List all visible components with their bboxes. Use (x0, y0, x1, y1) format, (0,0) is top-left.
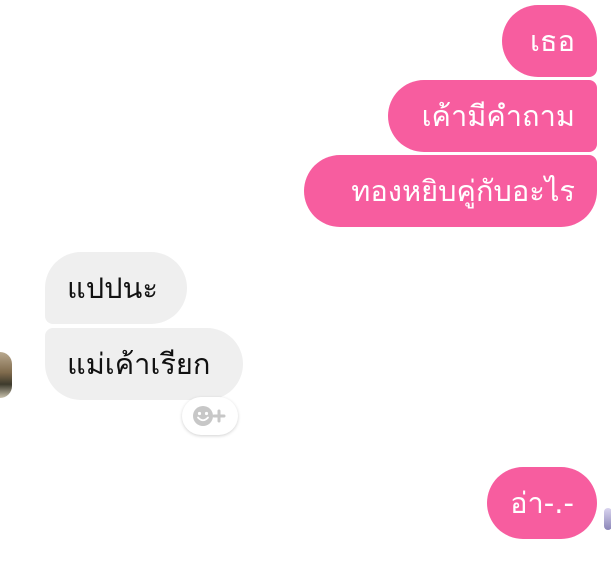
message-outgoing[interactable]: อ่า-.- (487, 467, 597, 539)
message-text: เธอ (529, 24, 575, 58)
message-outgoing[interactable]: ทองหยิบคู่กับอะไร (304, 155, 597, 227)
message-text: แปปนะ (67, 271, 158, 305)
message-text: แม่เค้าเรียก (67, 347, 211, 381)
message-incoming[interactable]: แม่เค้าเรียก (45, 328, 243, 400)
message-incoming[interactable]: แปปนะ (45, 252, 187, 324)
message-outgoing[interactable]: เค้ามีคำถาม (388, 80, 597, 152)
smiley-plus-icon (193, 406, 226, 426)
message-text: เค้ามีคำถาม (421, 99, 575, 133)
message-text: อ่า-.- (510, 486, 574, 520)
add-reaction-button[interactable] (182, 397, 238, 435)
contact-avatar[interactable] (0, 352, 12, 398)
message-outgoing[interactable]: เธอ (502, 5, 597, 77)
seen-avatar-icon (604, 508, 611, 530)
message-text: ทองหยิบคู่กับอะไร (351, 174, 575, 208)
chat-thread: เธอ เค้ามีคำถาม ทองหยิบคู่กับอะไร แปปนะ … (0, 0, 611, 564)
